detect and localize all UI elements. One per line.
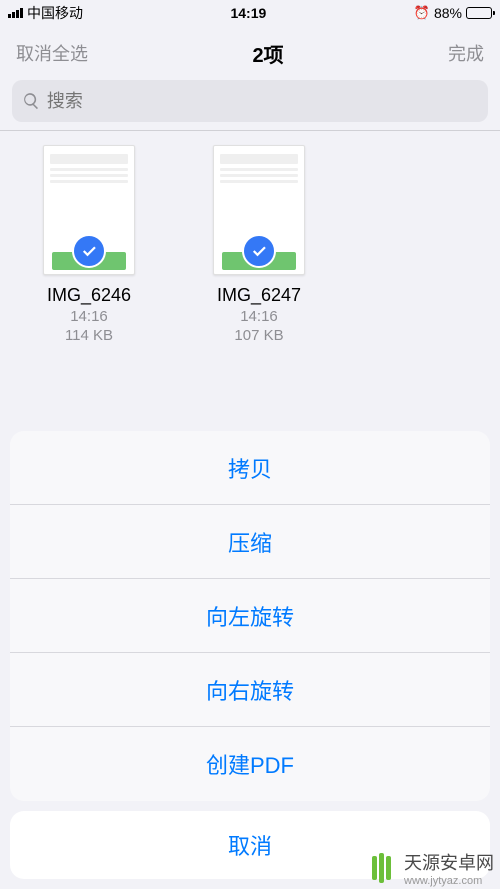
- action-rotate-right[interactable]: 向右旋转: [10, 653, 490, 727]
- alarm-icon: ⏰: [414, 5, 430, 21]
- action-compress[interactable]: 压缩: [10, 505, 490, 579]
- file-name: IMG_6246: [47, 285, 131, 306]
- file-name: IMG_6247: [217, 285, 301, 306]
- battery-icon: [466, 7, 492, 19]
- carrier-label: 中国移动: [27, 3, 83, 23]
- done-button[interactable]: 完成: [448, 40, 484, 66]
- deselect-all-button[interactable]: 取消全选: [16, 40, 88, 66]
- file-grid: IMG_6246 14:16 114 KB IMG_6247 14:16 107…: [0, 131, 500, 344]
- file-item[interactable]: IMG_6247 14:16 107 KB: [184, 145, 334, 344]
- file-thumbnail: [43, 145, 135, 275]
- watermark: 天源安卓网 www.jytyaz.com: [364, 849, 494, 887]
- file-size: 114 KB: [65, 327, 113, 344]
- status-time: 14:19: [83, 5, 414, 21]
- search-input[interactable]: [47, 91, 478, 112]
- action-sheet: 拷贝 压缩 向左旋转 向右旋转 创建PDF 取消: [10, 431, 490, 879]
- signal-icon: [8, 8, 23, 18]
- search-field[interactable]: [12, 80, 488, 122]
- file-size: 107 KB: [234, 327, 283, 344]
- file-time: 14:16: [240, 308, 278, 325]
- selected-check-icon: [72, 234, 106, 268]
- file-time: 14:16: [70, 308, 108, 325]
- watermark-title: 天源安卓网: [404, 849, 494, 875]
- selected-check-icon: [242, 234, 276, 268]
- page-title: 2项: [252, 39, 283, 68]
- nav-bar: 取消全选 2项 完成: [0, 26, 500, 80]
- search-icon: [22, 91, 41, 111]
- action-copy[interactable]: 拷贝: [10, 431, 490, 505]
- file-item[interactable]: IMG_6246 14:16 114 KB: [14, 145, 164, 344]
- watermark-logo-icon: [364, 851, 398, 885]
- file-thumbnail: [213, 145, 305, 275]
- battery-percent: 88%: [434, 5, 462, 21]
- status-bar: 中国移动 14:19 ⏰ 88%: [0, 0, 500, 26]
- action-create-pdf[interactable]: 创建PDF: [10, 727, 490, 801]
- watermark-url: www.jytyaz.com: [404, 875, 494, 887]
- action-rotate-left[interactable]: 向左旋转: [10, 579, 490, 653]
